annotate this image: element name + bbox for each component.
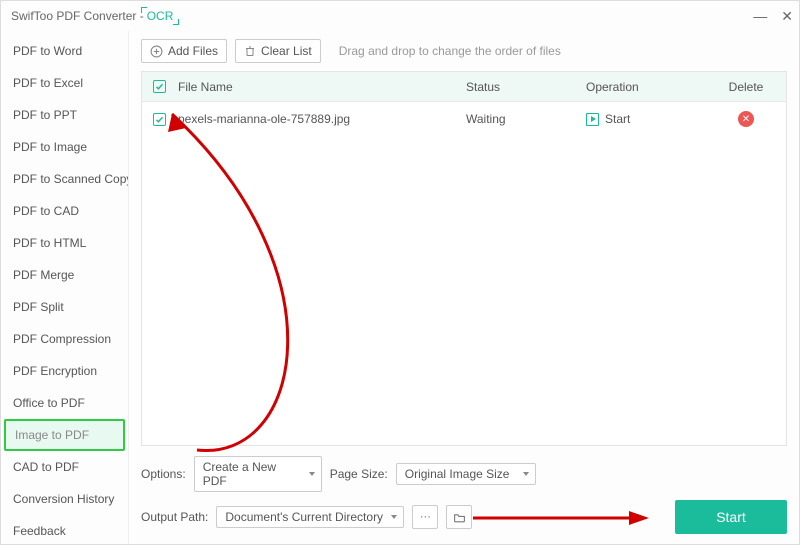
sidebar-item-pdf-encryption[interactable]: PDF Encryption <box>1 355 128 387</box>
play-icon <box>586 113 599 126</box>
annotation-arrow-straight <box>471 508 651 528</box>
app-window: SwifToo PDF Converter - OCR — ✕ PDF to W… <box>0 0 800 545</box>
sidebar-item-conversion-history[interactable]: Conversion History <box>1 483 128 515</box>
sidebar-item-pdf-split[interactable]: PDF Split <box>1 291 128 323</box>
pagesize-select[interactable]: Original Image Size <box>396 463 536 485</box>
sidebar-item-pdf-to-html[interactable]: PDF to HTML <box>1 227 128 259</box>
create-pdf-select[interactable]: Create a New PDF <box>194 456 322 492</box>
add-files-label: Add Files <box>168 44 218 58</box>
open-folder-button[interactable] <box>446 505 472 529</box>
clear-list-label: Clear List <box>261 44 312 58</box>
sidebar-item-pdf-merge[interactable]: PDF Merge <box>1 259 128 291</box>
start-button[interactable]: Start <box>675 500 787 534</box>
column-operation: Operation <box>586 80 706 94</box>
window-controls: — ✕ <box>753 1 793 31</box>
sidebar-item-pdf-to-cad[interactable]: PDF to CAD <box>1 195 128 227</box>
file-checkbox[interactable] <box>153 113 166 126</box>
titlebar: SwifToo PDF Converter - OCR — ✕ <box>1 1 799 31</box>
column-status: Status <box>466 80 586 94</box>
ocr-badge: OCR <box>144 9 177 23</box>
sidebar-item-feedback[interactable]: Feedback <box>1 515 128 544</box>
trash-icon <box>244 45 256 57</box>
output-row: Output Path: Document's Current Director… <box>141 500 787 534</box>
file-list-header: File Name Status Operation Delete <box>142 72 786 102</box>
output-path-label: Output Path: <box>141 510 208 524</box>
sidebar-item-office-to-pdf[interactable]: Office to PDF <box>1 387 128 419</box>
plus-circle-icon <box>150 45 163 58</box>
clear-list-button[interactable]: Clear List <box>235 39 321 63</box>
sidebar-item-image-to-pdf[interactable]: Image to PDF <box>4 419 125 451</box>
pagesize-label: Page Size: <box>330 467 388 481</box>
minimize-button[interactable]: — <box>753 8 767 24</box>
more-button[interactable]: ··· <box>412 505 438 529</box>
file-name: pexels-marianna-ole-757889.jpg <box>176 112 466 126</box>
drag-hint: Drag and drop to change the order of fil… <box>339 44 561 58</box>
sidebar-item-pdf-compression[interactable]: PDF Compression <box>1 323 128 355</box>
sidebar-item-pdf-to-ppt[interactable]: PDF to PPT <box>1 99 128 131</box>
add-files-button[interactable]: Add Files <box>141 39 227 63</box>
file-status: Waiting <box>466 112 586 126</box>
file-delete-button[interactable]: ✕ <box>738 111 754 127</box>
folder-icon <box>453 512 466 523</box>
select-all-checkbox[interactable] <box>153 80 166 93</box>
close-button[interactable]: ✕ <box>781 8 793 25</box>
sidebar-item-pdf-to-scanned-copy[interactable]: PDF to Scanned Copy <box>1 163 128 195</box>
column-delete: Delete <box>706 80 786 94</box>
sidebar-item-pdf-to-word[interactable]: PDF to Word <box>1 35 128 67</box>
file-row[interactable]: pexels-marianna-ole-757889.jpgWaiting Sta… <box>142 102 786 136</box>
main-panel: Add Files Clear List Drag and drop to ch… <box>129 31 799 544</box>
sidebar-item-pdf-to-excel[interactable]: PDF to Excel <box>1 67 128 99</box>
column-filename: File Name <box>176 80 466 94</box>
options-label: Options: <box>141 467 186 481</box>
body: PDF to WordPDF to ExcelPDF to PPTPDF to … <box>1 31 799 544</box>
file-list: File Name Status Operation Delete pexels… <box>141 71 787 446</box>
sidebar-item-pdf-to-image[interactable]: PDF to Image <box>1 131 128 163</box>
output-path-select[interactable]: Document's Current Directory <box>216 506 404 528</box>
toolbar: Add Files Clear List Drag and drop to ch… <box>141 39 787 63</box>
app-title: SwifToo PDF Converter - <box>11 9 144 23</box>
sidebar: PDF to WordPDF to ExcelPDF to PPTPDF to … <box>1 31 129 544</box>
options-row: Options: Create a New PDF Page Size: Ori… <box>141 456 787 492</box>
file-start-button[interactable]: Start <box>586 112 706 126</box>
file-op-label: Start <box>605 112 630 126</box>
sidebar-item-cad-to-pdf[interactable]: CAD to PDF <box>1 451 128 483</box>
